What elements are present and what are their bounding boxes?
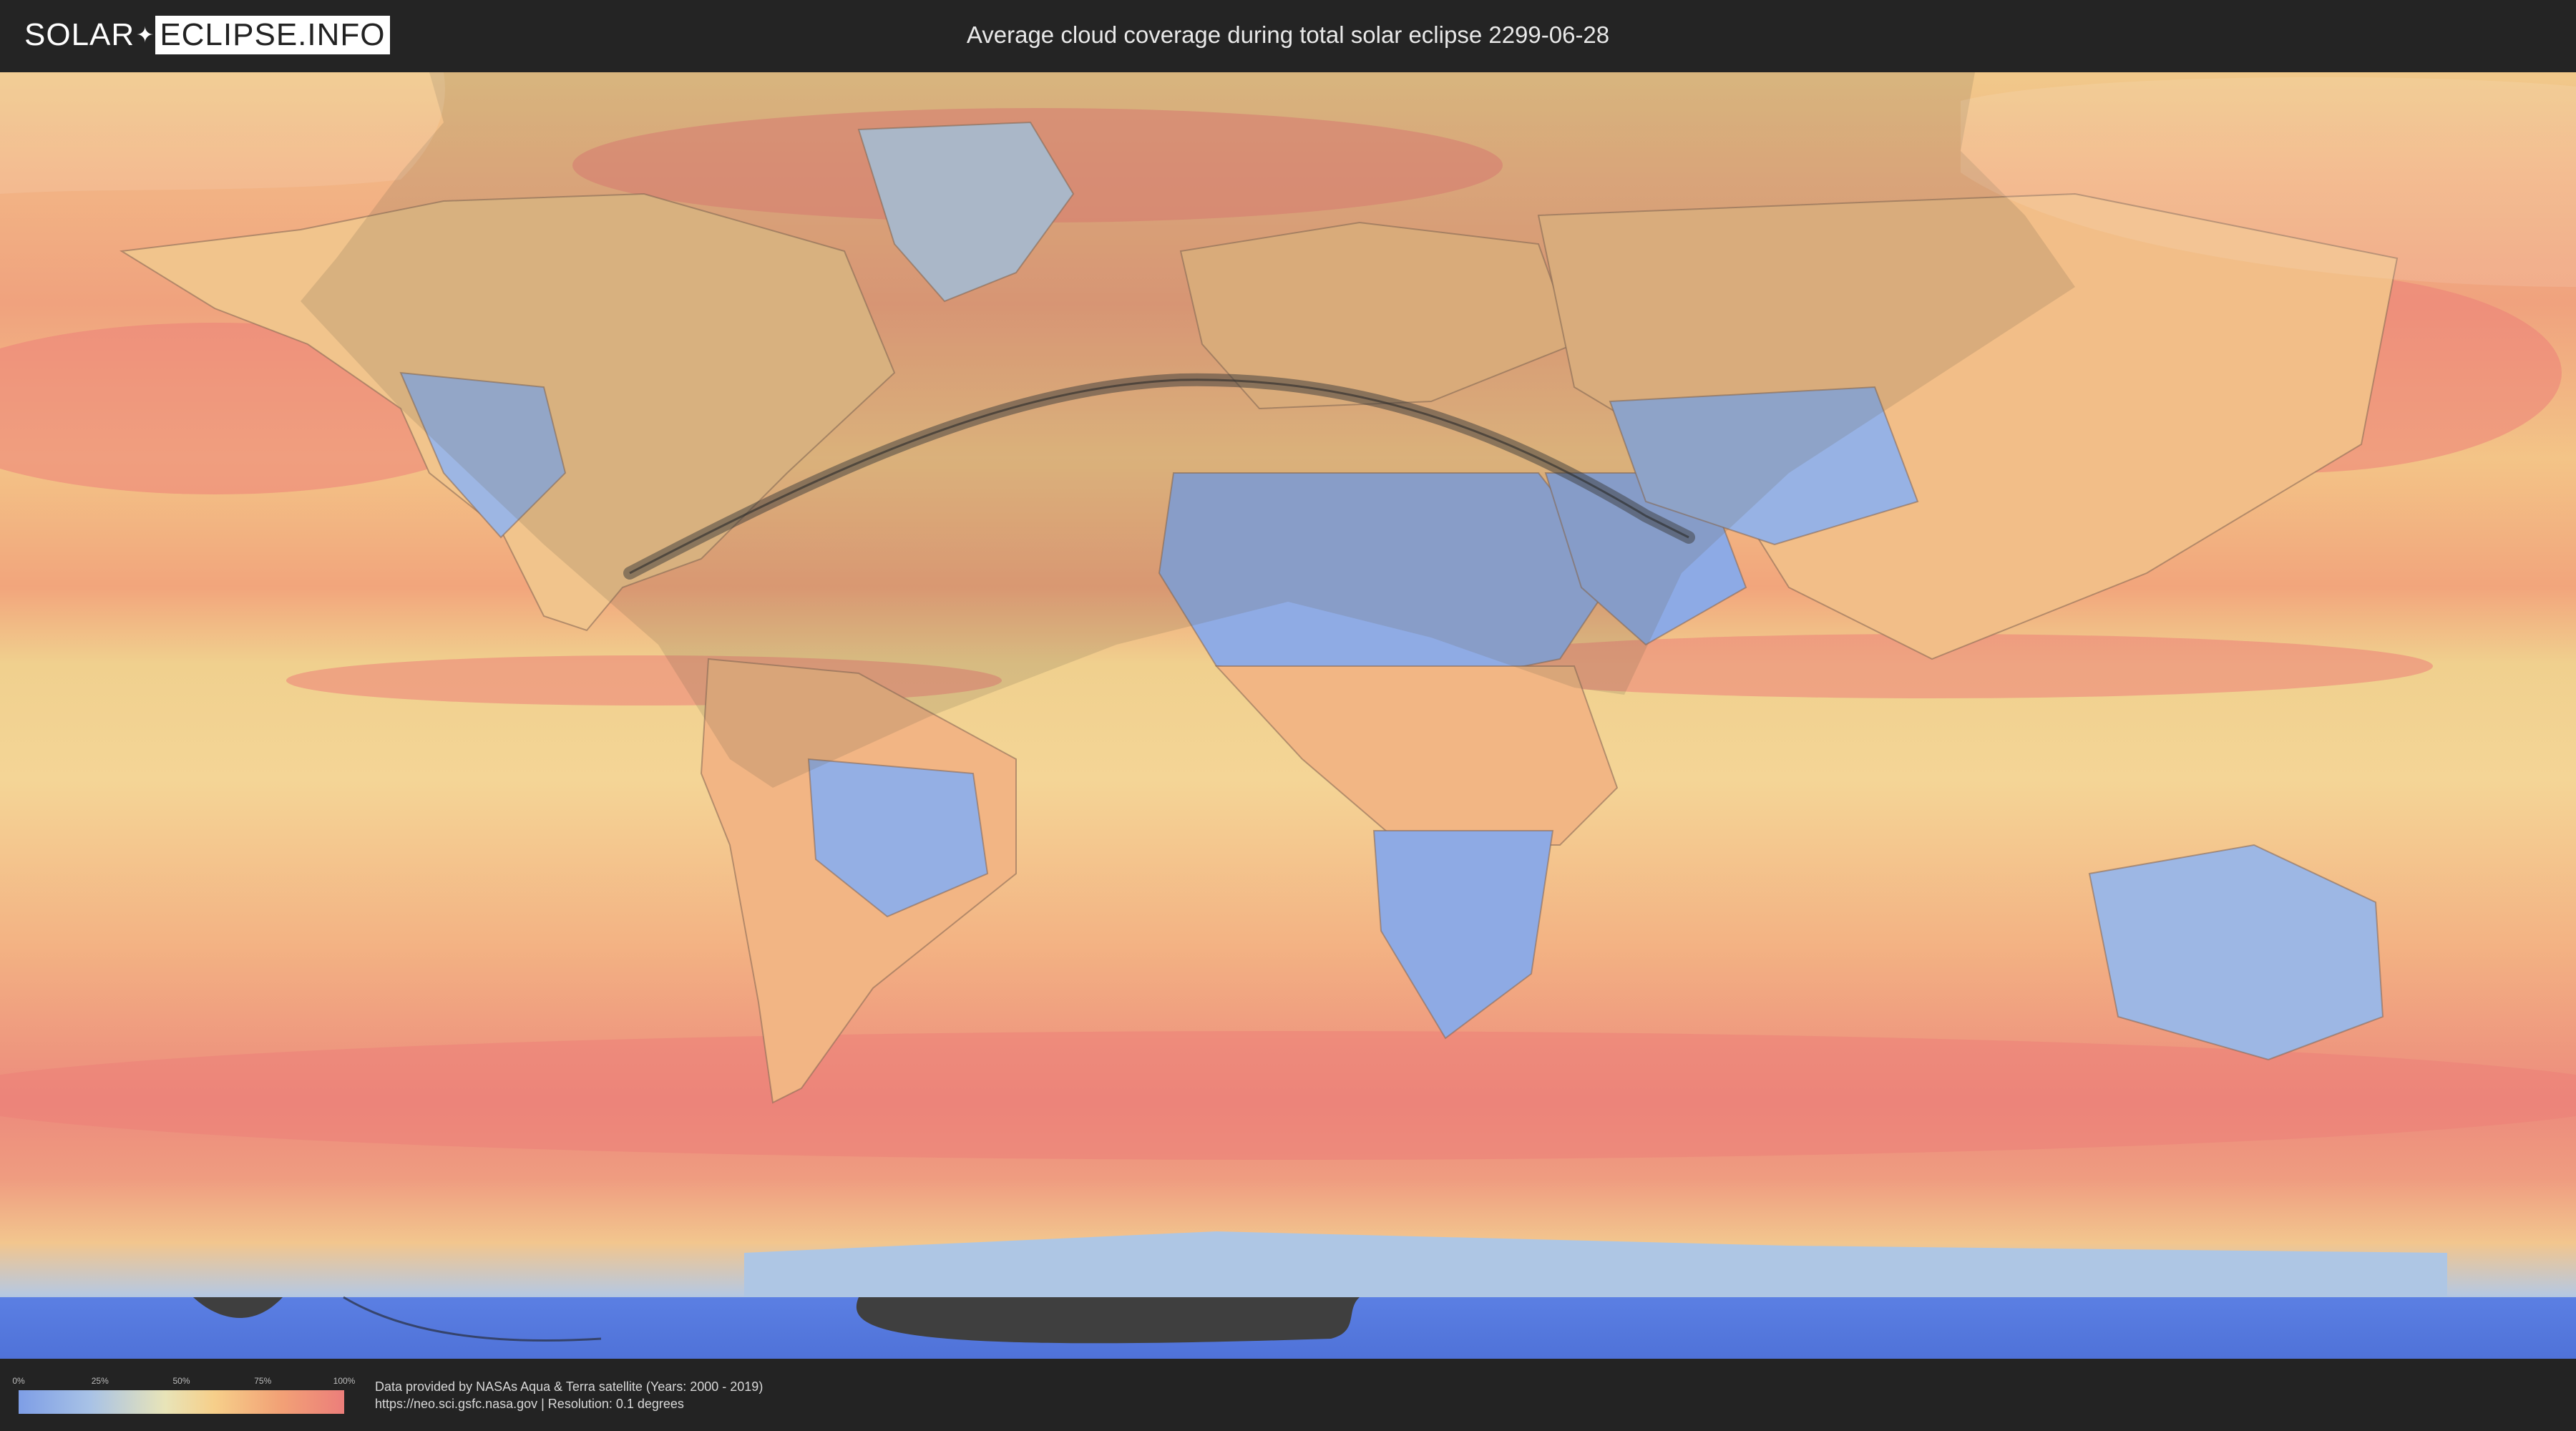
legend-tick: 100% [333,1376,356,1386]
page-title: Average cloud coverage during total sola… [966,21,1610,48]
credits-link[interactable]: https://neo.sci.gsfc.nasa.gov | Resoluti… [375,1395,763,1412]
header-bar: SOLAR ✦ ECLIPSE.INFO Average cloud cover… [0,0,2576,72]
cloud-coverage-map[interactable] [0,72,2576,1359]
data-credits: Data provided by NASAs Aqua & Terra sate… [375,1378,763,1412]
legend-tick: 25% [91,1376,109,1386]
legend-tick: 75% [254,1376,272,1386]
legend-tick: 0% [12,1376,25,1386]
penumbra-cap-left [0,72,445,194]
credits-source: Data provided by NASAs Aqua & Terra sate… [375,1379,763,1394]
legend-color-scale [19,1390,344,1414]
legend-tick-labels: 0% 25% 50% 75% 100% [12,1376,355,1386]
legend-tick: 50% [172,1376,190,1386]
